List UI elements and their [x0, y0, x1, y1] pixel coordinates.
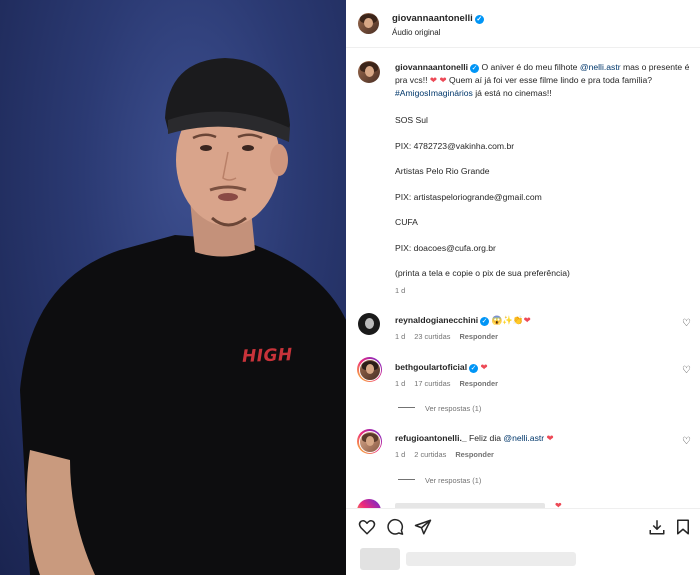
- bookmark-icon[interactable]: [674, 518, 692, 536]
- comment-meta: 1 d2 curtidas Responder: [395, 450, 494, 459]
- commenter-avatar[interactable]: [358, 358, 381, 381]
- caption: giovannaantonelli ✓ O aniver é do meu fil…: [395, 62, 690, 99]
- author-avatar[interactable]: [358, 13, 379, 34]
- caption-time: 1 d: [395, 286, 406, 295]
- verified-badge-icon: ✓: [474, 15, 484, 24]
- comment-likes[interactable]: 17 curtidas: [414, 379, 450, 388]
- verified-badge-icon: ✓: [470, 64, 480, 73]
- caption-line: PIX: 4782723@vakinha.com.br: [395, 141, 515, 151]
- comment-likes[interactable]: 2 curtidas: [414, 450, 446, 459]
- caption-author[interactable]: giovannaantonelli: [395, 62, 468, 72]
- hashtag-link[interactable]: #AmigosImaginários: [395, 88, 473, 98]
- commenter-username[interactable]: bethgoulartoficial: [395, 362, 467, 372]
- heart-outline-icon[interactable]: ♡: [682, 437, 692, 447]
- comment: bethgoulartoficial ✓ ❤: [395, 362, 488, 373]
- reply-button[interactable]: Responder: [459, 379, 498, 388]
- post-details-panel: giovannaantonelli ✓ Áudio original giovan…: [346, 0, 700, 575]
- download-icon[interactable]: [648, 518, 666, 536]
- post-video[interactable]: HIGH: [0, 0, 346, 575]
- likes-avatar-blur: [360, 548, 400, 570]
- comment-likes[interactable]: 23 curtidas: [414, 332, 450, 341]
- likes-summary: [346, 544, 700, 575]
- caption-line: Artistas Pelo Rio Grande: [395, 166, 490, 176]
- comment-meta: 1 d 17 curtidas Responder: [395, 379, 499, 388]
- shirt-text: HIGH: [241, 345, 294, 367]
- mention-link[interactable]: @nelli.astr: [580, 62, 621, 72]
- comment: refugioantonelli._ Feliz dia @nelli.astr…: [395, 433, 554, 443]
- verified-badge-icon: ✓: [480, 317, 490, 326]
- commenter-avatar[interactable]: [358, 313, 380, 335]
- heart-emoji-icon: ❤: [480, 362, 488, 372]
- audio-label[interactable]: Áudio original: [392, 28, 440, 37]
- likes-text-blur: [406, 552, 576, 566]
- comment: reynaldogianecchini ✓ 😱✨👏❤: [395, 315, 531, 326]
- heart-emoji-icon: ❤ ❤: [429, 75, 447, 86]
- paper-plane-icon[interactable]: [414, 518, 432, 536]
- comment-meta: 1 d 23 curtidas Responder: [395, 332, 499, 341]
- heart-emoji-icon: ❤: [523, 315, 531, 325]
- caption-line: SOS Sul: [395, 115, 428, 125]
- caption-line: PIX: doacoes@cufa.org.br: [395, 243, 496, 253]
- author-username[interactable]: giovannaantonelli ✓: [392, 13, 484, 24]
- heart-outline-icon[interactable]: ♡: [682, 319, 692, 329]
- caption-author-avatar[interactable]: [358, 61, 380, 83]
- comment-icon[interactable]: [386, 518, 404, 536]
- action-bar: [346, 508, 700, 544]
- mention-link[interactable]: @nelli.astr: [503, 433, 544, 443]
- caption-line: CUFA: [395, 217, 418, 227]
- verified-badge-icon: ✓: [469, 364, 479, 373]
- view-replies-button[interactable]: Ver respostas (1): [398, 476, 481, 485]
- comment-emoji: 😱✨👏: [491, 315, 524, 325]
- reply-button[interactable]: Responder: [455, 450, 494, 459]
- story-ring[interactable]: [357, 429, 382, 454]
- reply-button[interactable]: Responder: [459, 332, 498, 341]
- heart-outline-icon[interactable]: [358, 518, 376, 536]
- commenter-username[interactable]: refugioantonelli._: [395, 433, 467, 443]
- heart-emoji-icon: ❤: [546, 433, 554, 443]
- story-ring[interactable]: [357, 357, 382, 382]
- caption-line: (printa a tela e copie o pix de sua pref…: [395, 268, 570, 278]
- post-header: giovannaantonelli ✓ Áudio original: [346, 0, 700, 48]
- caption-line: PIX: artistaspeloriogrande@gmail.com: [395, 192, 542, 202]
- next-comment-partial: ❤: [357, 499, 687, 508]
- view-replies-button[interactable]: Ver respostas (1): [398, 404, 481, 413]
- video-frame: [20, 58, 346, 575]
- heart-outline-icon[interactable]: ♡: [682, 366, 692, 376]
- commenter-username[interactable]: reynaldogianecchini: [395, 315, 478, 325]
- commenter-avatar[interactable]: [358, 430, 381, 453]
